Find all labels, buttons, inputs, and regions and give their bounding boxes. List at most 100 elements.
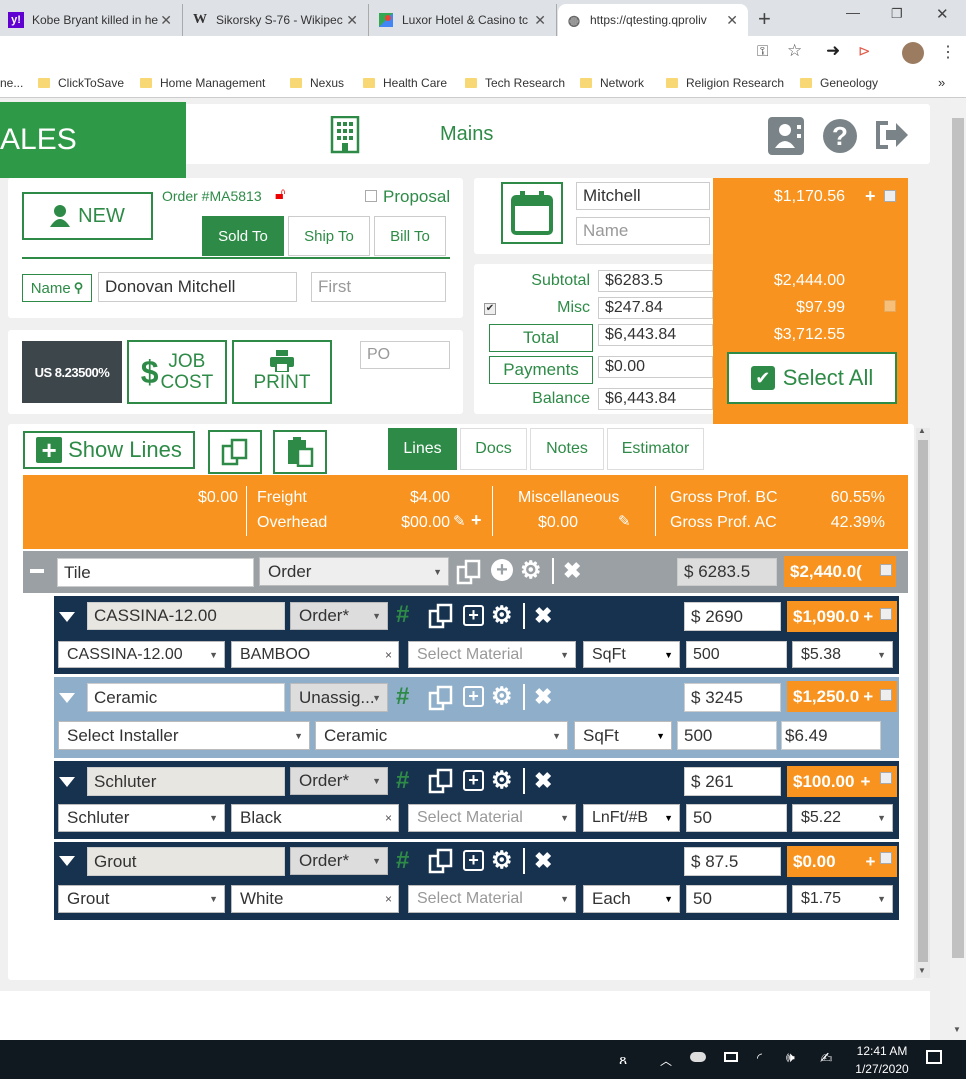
delete-x-icon[interactable]: ✖ <box>534 768 552 794</box>
scheduler-name-input[interactable]: Mitchell <box>576 182 710 210</box>
chevron-up-icon[interactable]: ︿ <box>660 1052 672 1069</box>
new-tab-icon[interactable]: + <box>758 6 771 32</box>
material-select[interactable]: Select Material ▼ <box>408 641 576 668</box>
hash-icon[interactable]: # <box>396 683 409 711</box>
tab-lines[interactable]: Lines <box>388 428 457 470</box>
close-tab-icon[interactable]: ✕ <box>726 12 738 29</box>
tab-notes[interactable]: Notes <box>530 428 604 470</box>
restore-icon[interactable]: ❐ <box>891 6 903 22</box>
clear-x-icon[interactable]: × <box>385 811 392 825</box>
bookmark-item[interactable]: ne... <box>0 76 23 90</box>
copy-icon[interactable] <box>456 559 482 591</box>
gear-icon[interactable]: ⚙ <box>491 846 513 875</box>
group-name-input[interactable]: Tile <box>57 558 254 587</box>
line-checkbox[interactable] <box>880 852 892 864</box>
tab-sold-to[interactable]: Sold To <box>202 216 284 256</box>
battery-icon[interactable] <box>724 1052 738 1062</box>
rate-input[interactable]: $6.49 <box>781 721 881 750</box>
bookmark-item[interactable]: Network <box>580 76 644 90</box>
collapse-icon[interactable] <box>30 569 44 573</box>
clear-x-icon[interactable]: × <box>385 648 392 662</box>
close-tab-icon[interactable]: ✕ <box>534 12 546 29</box>
rate-select[interactable]: $1.75 ▼ <box>792 885 893 913</box>
copy-button[interactable] <box>208 430 262 474</box>
bookmark-item[interactable]: Health Care <box>363 76 447 90</box>
show-lines-button[interactable]: + Show Lines <box>23 431 195 469</box>
hash-icon[interactable]: # <box>396 601 409 629</box>
group-checkbox[interactable] <box>880 564 892 576</box>
bookmark-item[interactable]: Religion Research <box>666 76 784 90</box>
close-tab-icon[interactable]: ✕ <box>346 12 358 29</box>
close-tab-icon[interactable]: ✕ <box>160 12 172 29</box>
building-icon[interactable] <box>330 115 360 159</box>
add-square-icon[interactable]: + <box>463 686 484 707</box>
bookmark-item[interactable]: Nexus <box>290 76 344 90</box>
color-select[interactable]: BAMBOO × <box>231 641 399 668</box>
side-checkbox-1[interactable] <box>884 190 896 202</box>
scroll-up-icon[interactable]: ▲ <box>918 426 926 435</box>
line-checkbox[interactable] <box>880 608 892 620</box>
color-select[interactable]: Black × <box>231 804 399 832</box>
line-name-input[interactable]: Schluter <box>87 767 285 796</box>
share-arrow-icon[interactable]: ➜ <box>826 41 840 61</box>
extension-icon[interactable]: ⊳ <box>858 42 871 60</box>
browser-tab-3[interactable]: Luxor Hotel & Casino tc ✕ <box>370 4 557 36</box>
new-order-button[interactable]: NEW <box>22 192 153 240</box>
unit-select[interactable]: SqFt ▼ <box>583 641 680 668</box>
gear-icon[interactable]: ⚙ <box>491 766 513 795</box>
delete-x-icon[interactable]: ✖ <box>534 684 552 710</box>
pencil-icon[interactable]: ✎ <box>453 512 466 530</box>
delete-x-icon[interactable]: ✖ <box>534 848 552 874</box>
gear-icon[interactable]: ⚙ <box>491 682 513 711</box>
browser-tab-1[interactable]: y! Kobe Bryant killed in he ✕ <box>0 4 183 36</box>
calendar-button[interactable] <box>501 182 563 244</box>
plus-icon[interactable]: + <box>863 607 873 627</box>
unit-select[interactable]: LnFt/#B ▼ <box>583 804 680 832</box>
copy-icon[interactable] <box>428 768 454 800</box>
line-name-input[interactable]: Ceramic <box>87 683 285 712</box>
product-select[interactable]: CASSINA-12.00 ▼ <box>58 641 225 668</box>
first-name-input[interactable]: First <box>311 272 446 302</box>
print-button[interactable]: PRINT <box>232 340 332 404</box>
job-cost-button[interactable]: $ JOB COST <box>127 340 227 404</box>
unit-select[interactable]: SqFt ▼ <box>574 721 672 750</box>
installer-select[interactable]: Select Installer ▼ <box>58 721 310 750</box>
total-button[interactable]: Total <box>489 324 593 352</box>
delete-x-icon[interactable]: ✖ <box>563 558 581 584</box>
logout-icon[interactable] <box>874 119 910 156</box>
customer-name-input[interactable]: Donovan Mitchell <box>98 272 297 302</box>
hash-icon[interactable]: # <box>396 767 409 795</box>
line-name-input[interactable]: CASSINA-12.00 <box>87 602 285 630</box>
clock-date[interactable]: 1/27/2020 <box>848 1062 916 1076</box>
page-scrollbar-thumb[interactable] <box>952 118 964 958</box>
expand-triangle-icon[interactable] <box>59 693 75 703</box>
cloud-icon[interactable] <box>690 1052 706 1062</box>
quantity-input[interactable]: 500 <box>677 721 777 750</box>
bookmark-item[interactable]: ClickToSave <box>38 76 124 90</box>
second-name-input[interactable]: Name <box>576 217 710 245</box>
tab-estimator[interactable]: Estimator <box>607 428 704 470</box>
hash-icon[interactable]: # <box>396 847 409 875</box>
gear-icon[interactable]: ⚙ <box>491 601 513 630</box>
inner-scrollbar-thumb[interactable] <box>918 440 928 962</box>
misc-value[interactable]: $247.84 <box>598 297 713 319</box>
clear-x-icon[interactable]: × <box>385 892 392 906</box>
plus-icon[interactable]: + <box>865 186 876 207</box>
volume-icon[interactable]: 🕪︎ <box>786 1049 795 1066</box>
line-checkbox[interactable] <box>880 772 892 784</box>
key-icon[interactable]: ⚿ <box>757 43 768 60</box>
tab-ship-to[interactable]: Ship To <box>288 216 370 256</box>
bookmark-item[interactable]: Geneology <box>800 76 878 90</box>
line-status-select[interactable]: Unassig... ▼ <box>290 683 388 712</box>
unit-select[interactable]: Each ▼ <box>583 885 680 913</box>
add-square-icon[interactable]: + <box>463 605 484 626</box>
group-status-select[interactable]: Order ▼ <box>259 557 449 586</box>
scroll-down-icon[interactable]: ▼ <box>918 966 926 975</box>
bookmark-item[interactable]: Home Management <box>140 76 265 90</box>
gear-icon[interactable]: ⚙ <box>520 556 542 585</box>
copy-icon[interactable] <box>428 685 454 717</box>
tab-docs[interactable]: Docs <box>460 428 527 470</box>
avatar[interactable] <box>902 42 924 64</box>
misc-checkbox[interactable]: ✔ <box>484 303 496 315</box>
bookmark-item[interactable]: Tech Research <box>465 76 565 90</box>
